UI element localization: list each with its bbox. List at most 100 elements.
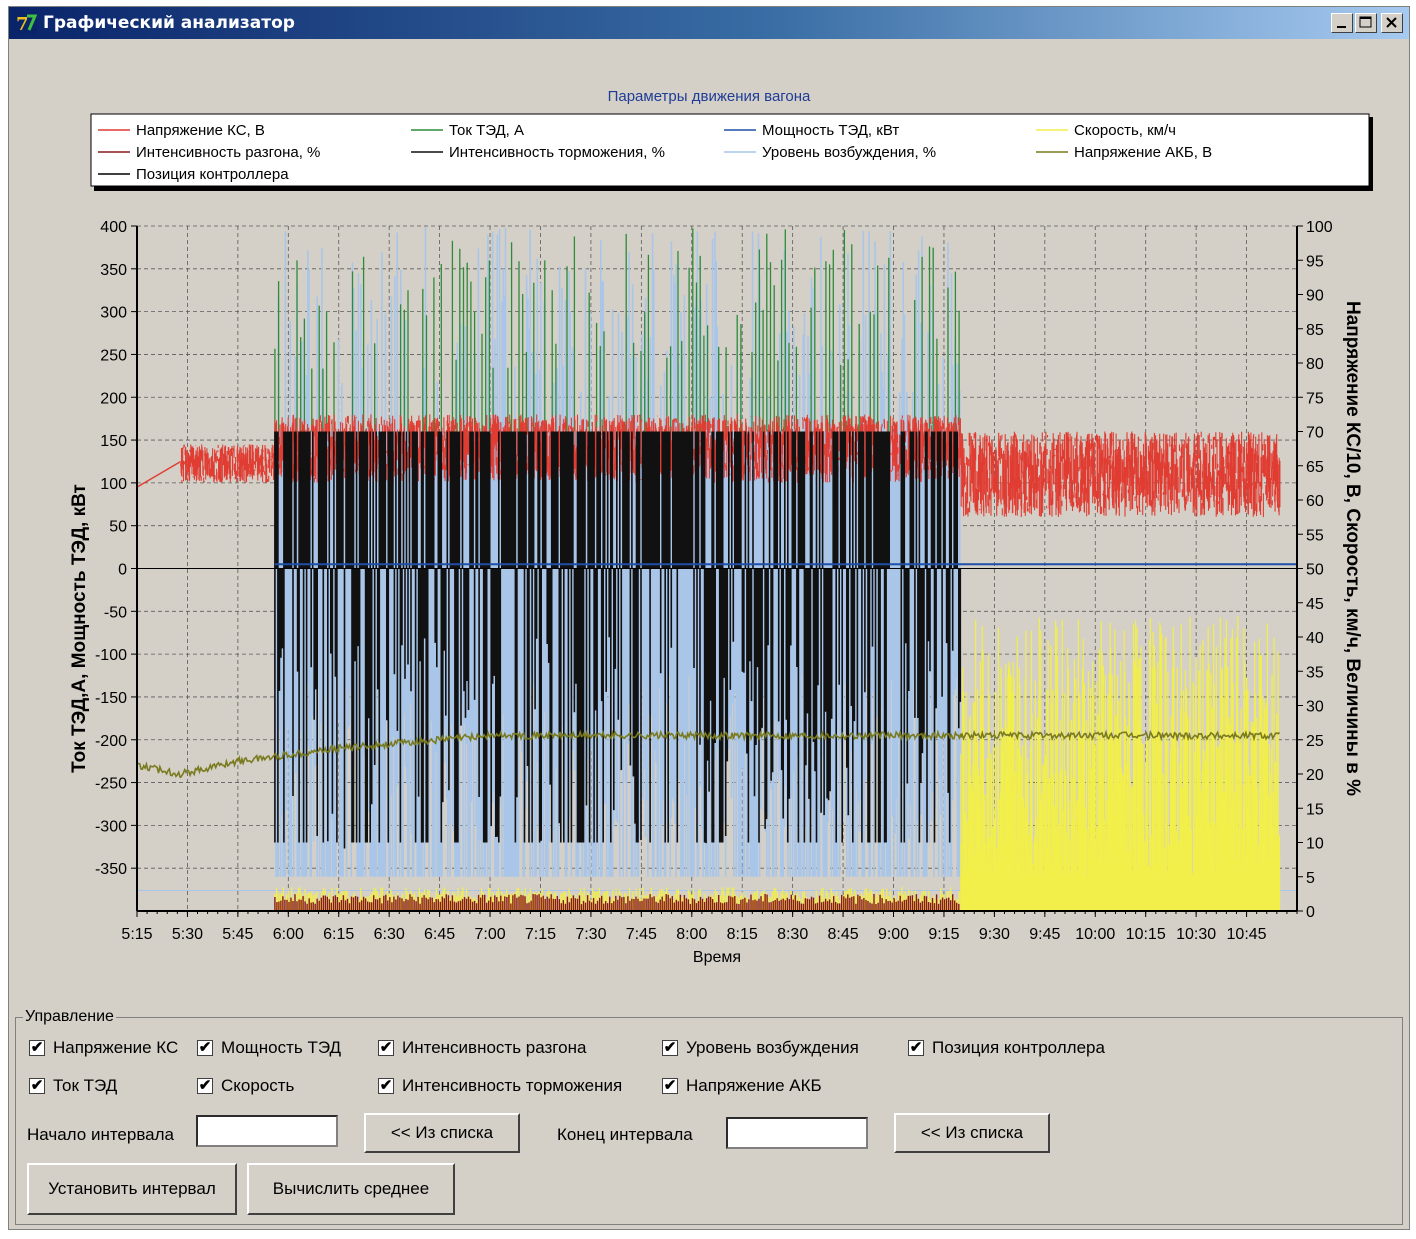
minimize-button[interactable] xyxy=(1331,13,1353,33)
y-right-tick-label: 40 xyxy=(1306,630,1324,647)
checkbox-battery-voltage[interactable]: ✔ Напряжение АКБ xyxy=(662,1075,822,1097)
maximize-icon xyxy=(1359,16,1372,28)
checkbox-brake-intensity[interactable]: ✔ Интенсивность торможения xyxy=(378,1075,622,1097)
x-tick-label: 10:00 xyxy=(1075,926,1115,943)
legend-entry: Напряжение АКБ, В xyxy=(1074,144,1212,161)
x-tick-label: 7:45 xyxy=(626,926,657,943)
y-right-tick-label: 0 xyxy=(1306,904,1315,921)
checkbox-label: Напряжение КС xyxy=(53,1038,179,1057)
y-left-tick-label: 350 xyxy=(100,262,127,279)
y-left-tick-label: 400 xyxy=(100,219,127,236)
y-left-tick-label: 200 xyxy=(100,390,127,407)
y-right-tick-label: 35 xyxy=(1306,664,1324,681)
checkbox-controller-position[interactable]: ✔ Позиция контроллера xyxy=(908,1037,1105,1059)
y-left-tick-label: -50 xyxy=(104,604,127,621)
svg-text:7: 7 xyxy=(16,14,29,34)
checkbox-label: Мощность ТЭД xyxy=(221,1038,342,1057)
checkbox-ted-current[interactable]: ✔ Ток ТЭД xyxy=(29,1075,117,1097)
end-from-list-button[interactable]: << Из списка xyxy=(894,1113,1050,1153)
y-right-tick-label: 5 xyxy=(1306,870,1315,887)
checkbox-box[interactable]: ✔ xyxy=(197,1078,213,1094)
checkbox-label: Уровень возбуждения xyxy=(686,1038,859,1057)
checkbox-box[interactable]: ✔ xyxy=(662,1078,678,1094)
chart: Параметры движения вагона Напряжение КС, … xyxy=(69,88,1373,966)
close-icon xyxy=(1386,17,1397,28)
checkbox-box[interactable]: ✔ xyxy=(908,1040,924,1056)
maximize-button[interactable] xyxy=(1355,13,1377,33)
checkbox-speed[interactable]: ✔ Скорость xyxy=(197,1075,294,1097)
checkbox-box[interactable]: ✔ xyxy=(378,1040,394,1056)
checkbox-label: Напряжение АКБ xyxy=(686,1076,822,1095)
y-left-tick-label: -100 xyxy=(95,647,127,664)
legend-entry: Позиция контроллера xyxy=(136,166,289,183)
y-right-tick-label: 20 xyxy=(1306,767,1324,784)
x-tick-label: 7:15 xyxy=(525,926,556,943)
y-right-tick-label: 70 xyxy=(1306,425,1324,442)
x-tick-label: 9:30 xyxy=(979,926,1010,943)
chart-area: Параметры движения вагона Напряжение КС, … xyxy=(13,41,1405,1003)
window-title: Графический анализатор xyxy=(43,13,295,33)
y-right-tick-label: 60 xyxy=(1306,493,1324,510)
y-right-tick-label: 75 xyxy=(1306,390,1324,407)
y-right-tick-label: 50 xyxy=(1306,562,1324,579)
compute-average-button[interactable]: Вычислить среднее xyxy=(247,1163,455,1215)
y-right-tick-label: 65 xyxy=(1306,459,1324,476)
y-right-tick-label: 55 xyxy=(1306,527,1324,544)
checkbox-box[interactable]: ✔ xyxy=(197,1040,213,1056)
end-interval-input[interactable] xyxy=(726,1117,868,1149)
x-axis-title: Время xyxy=(693,949,741,966)
checkbox-label: Интенсивность разгона xyxy=(402,1038,587,1057)
y-left-tick-label: 300 xyxy=(100,305,127,322)
x-tick-label: 10:45 xyxy=(1227,926,1267,943)
y-left-tick-label: -350 xyxy=(95,861,127,878)
end-interval-label: Конец интервала xyxy=(557,1125,693,1144)
checkbox-label: Скорость xyxy=(221,1076,295,1095)
title-bar[interactable]: 7 Графический анализатор xyxy=(9,7,1409,39)
y-right-tick-label: 85 xyxy=(1306,322,1324,339)
minimize-icon xyxy=(1337,26,1346,28)
legend-entry: Ток ТЭД, А xyxy=(449,122,524,139)
legend-entry: Уровень возбуждения, % xyxy=(762,144,936,161)
checkbox-box[interactable]: ✔ xyxy=(662,1040,678,1056)
checkbox-box[interactable]: ✔ xyxy=(378,1078,394,1094)
set-interval-button[interactable]: Установить интервал xyxy=(27,1163,237,1215)
x-tick-label: 6:45 xyxy=(424,926,455,943)
x-tick-label: 6:00 xyxy=(273,926,304,943)
x-tick-label: 6:15 xyxy=(323,926,354,943)
start-interval-label: Начало интервала xyxy=(27,1125,175,1144)
checkbox-label: Интенсивность торможения xyxy=(402,1076,623,1095)
x-tick-label: 9:15 xyxy=(928,926,959,943)
checkbox-ted-power[interactable]: ✔ Мощность ТЭД xyxy=(197,1037,341,1059)
y-right-tick-label: 15 xyxy=(1306,801,1324,818)
x-tick-label: 8:15 xyxy=(727,926,758,943)
y-left-axis-title: Ток ТЭД,А, Мощность ТЭД, кВт xyxy=(69,484,90,773)
y-left-tick-label: 50 xyxy=(109,519,127,536)
start-from-list-button[interactable]: << Из списка xyxy=(364,1113,520,1153)
x-tick-label: 5:15 xyxy=(121,926,152,943)
legend-entry: Напряжение КС, В xyxy=(136,122,265,139)
y-left-tick-label: -200 xyxy=(95,733,127,750)
x-tick-label: 5:45 xyxy=(222,926,253,943)
y-left-tick-label: -250 xyxy=(95,776,127,793)
app-logo-icon: 7 xyxy=(15,12,37,34)
y-right-tick-label: 100 xyxy=(1306,219,1333,236)
y-left-tick-label: 150 xyxy=(100,433,127,450)
checkbox-accel-intensity[interactable]: ✔ Интенсивность разгона xyxy=(378,1037,586,1059)
y-left-tick-label: -300 xyxy=(95,818,127,835)
x-tick-label: 6:30 xyxy=(374,926,405,943)
x-tick-label: 7:00 xyxy=(474,926,505,943)
checkbox-box[interactable]: ✔ xyxy=(29,1078,45,1094)
y-right-tick-label: 10 xyxy=(1306,836,1324,853)
checkbox-excitation-level[interactable]: ✔ Уровень возбуждения xyxy=(662,1037,859,1059)
y-left-tick-label: 100 xyxy=(100,476,127,493)
close-button[interactable] xyxy=(1381,13,1403,33)
y-right-tick-label: 95 xyxy=(1306,253,1324,270)
y-right-tick-label: 25 xyxy=(1306,733,1324,750)
x-tick-label: 5:30 xyxy=(172,926,203,943)
x-tick-label: 8:00 xyxy=(676,926,707,943)
legend-entry: Интенсивность торможения, % xyxy=(449,144,665,161)
checkbox-ks-voltage[interactable]: ✔ Напряжение КС xyxy=(29,1037,178,1059)
start-interval-input[interactable] xyxy=(196,1115,338,1147)
checkbox-box[interactable]: ✔ xyxy=(29,1040,45,1056)
y-left-tick-label: 250 xyxy=(100,347,127,364)
